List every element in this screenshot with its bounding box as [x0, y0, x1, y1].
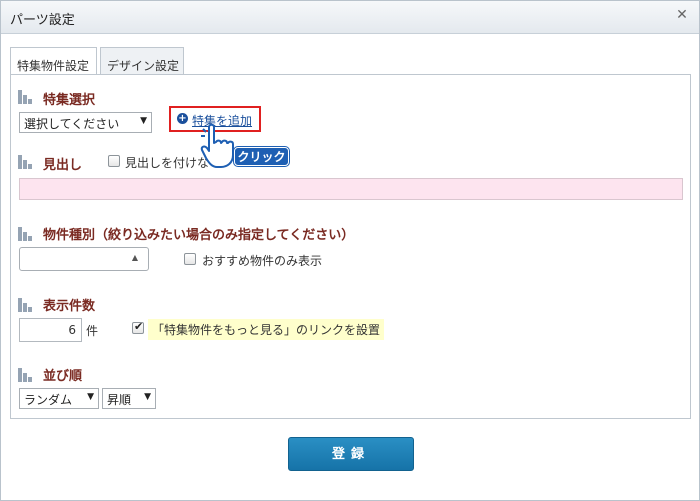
section-bars-icon	[18, 155, 33, 169]
feature-section-title: 特集選択	[43, 93, 96, 108]
more-link-checkbox[interactable]	[132, 320, 144, 334]
tab-design-settings[interactable]: デザイン設定	[100, 47, 184, 75]
direction-select[interactable]: 昇順 ▼	[102, 388, 156, 409]
count-section-title: 表示件数	[43, 299, 96, 314]
caret-down-icon: ▼	[140, 116, 147, 126]
plus-circle-icon: +	[177, 113, 188, 124]
caret-down-icon: ▼	[87, 392, 94, 402]
sort-select-value: ランダム	[24, 393, 73, 407]
heading-input[interactable]	[19, 178, 683, 200]
property-type-section-title: 物件種別（絞り込みたい場合のみ指定してください）	[43, 228, 355, 243]
dialog-title: パーツ設定	[10, 13, 75, 28]
click-badge: クリック	[234, 147, 289, 166]
direction-select-value: 昇順	[107, 393, 132, 407]
sort-select[interactable]: ランダム ▼	[19, 388, 99, 409]
recommended-only-checkbox[interactable]	[184, 253, 196, 265]
property-type-select[interactable]: ▲	[19, 247, 149, 271]
register-button[interactable]: 登録	[288, 437, 414, 471]
hand-pointer-icon	[200, 123, 234, 168]
section-bars-icon	[18, 90, 33, 104]
count-input[interactable]: 6	[19, 318, 82, 342]
caret-down-icon: ▼	[144, 392, 151, 402]
caret-up-icon: ▲	[131, 253, 138, 262]
count-unit: 件	[86, 324, 99, 338]
feature-select-value: 選択してください	[24, 117, 120, 131]
dialog-titlebar: パーツ設定 ✕	[1, 1, 699, 34]
parts-settings-dialog: パーツ設定 ✕ 特集物件設定 デザイン設定 特集選択 選択してください ▼ + …	[0, 0, 700, 501]
close-icon[interactable]: ✕	[674, 7, 690, 23]
recommended-only-label: おすすめ物件のみ表示	[202, 254, 323, 268]
heading-section-title: 見出し	[43, 158, 83, 173]
section-bars-icon	[18, 298, 33, 312]
order-section-title: 並び順	[43, 369, 83, 384]
section-bars-icon	[18, 227, 33, 241]
heading-checkbox[interactable]	[108, 155, 120, 167]
more-link-label: 「特集物件をもっと見る」のリンクを設置	[148, 319, 385, 340]
tab-feature-settings[interactable]: 特集物件設定	[10, 47, 97, 76]
feature-select[interactable]: 選択してください ▼	[19, 112, 152, 133]
section-bars-icon	[18, 368, 33, 382]
heading-checkbox-label: 見出しを付けな	[125, 156, 210, 170]
